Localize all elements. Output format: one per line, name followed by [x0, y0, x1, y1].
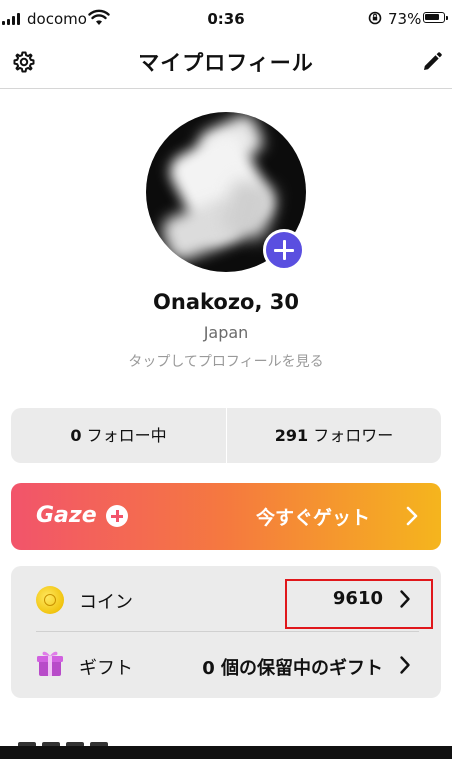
- orientation-lock-icon: [368, 11, 382, 25]
- status-time: 0:36: [207, 10, 245, 28]
- pending-gifts[interactable]: 0 個の保留中のギフト: [161, 654, 383, 680]
- status-bar: docomo 0:36 73%: [0, 0, 452, 38]
- chevron-right-icon: [406, 506, 418, 526]
- followers-button[interactable]: 291 フォロワー: [227, 408, 441, 463]
- pencil-icon[interactable]: [421, 51, 443, 73]
- get-now-label: 今すぐゲット: [256, 507, 371, 529]
- chevron-right-icon[interactable]: [399, 655, 411, 675]
- coin-icon: [36, 586, 64, 614]
- battery-icon: [423, 12, 448, 23]
- profile-country: Japan: [203, 323, 249, 342]
- gaze-plus-icon: [106, 505, 128, 527]
- gaze-logo: Gaze: [36, 503, 97, 528]
- wallet-divider: [36, 631, 419, 632]
- battery-percentage: 73%: [388, 10, 422, 28]
- following-count: 0: [70, 426, 82, 445]
- follow-stats-card: 0 フォロー中 291 フォロワー: [11, 408, 441, 463]
- gaze-plus-banner[interactable]: Gaze 今すぐゲット: [11, 483, 441, 550]
- coin-label: コイン: [79, 592, 133, 613]
- view-profile-link[interactable]: タップしてプロフィールを見る: [0, 351, 452, 371]
- following-button[interactable]: 0 フォロー中: [11, 408, 226, 463]
- highlight-box: [285, 579, 433, 629]
- page-title: マイプロフィール: [138, 51, 314, 75]
- wallet-card: コイン 9610 ギフト 0 個の保留中のギフト: [11, 566, 441, 698]
- followers-count: 291: [274, 426, 309, 445]
- add-photo-button[interactable]: [263, 229, 305, 271]
- following-label: フォロー中: [86, 426, 167, 445]
- gift-icon: [37, 651, 63, 676]
- gift-label: ギフト: [79, 658, 133, 679]
- home-indicator: [0, 746, 452, 759]
- profile-name: Onakozo, 30: [153, 290, 299, 314]
- followers-label: フォロワー: [313, 426, 394, 445]
- nav-header: マイプロフィール: [0, 38, 452, 89]
